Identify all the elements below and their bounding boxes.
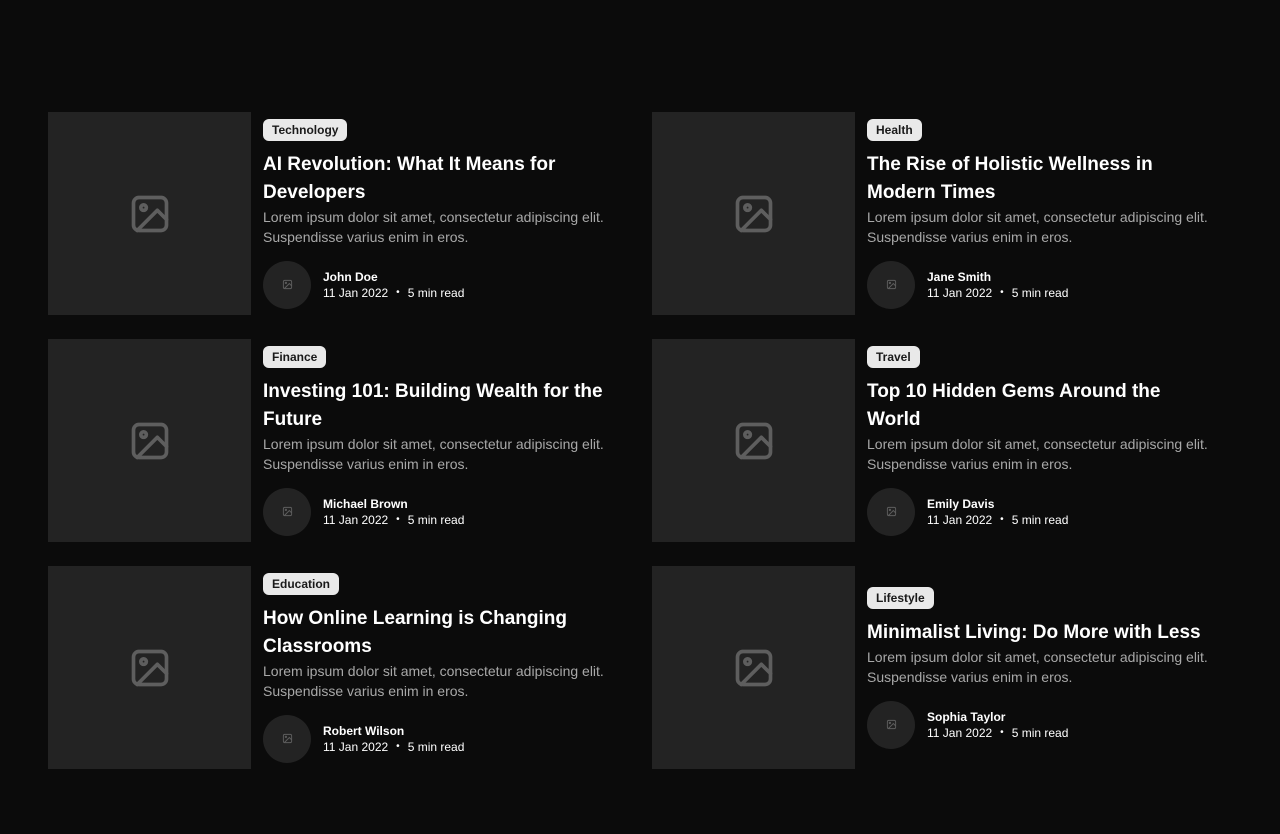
post-content: Health The Rise of Holistic Wellness in … — [855, 118, 1232, 309]
blog-card[interactable]: Finance Investing 101: Building Wealth f… — [48, 339, 628, 542]
author-info: John Doe 11 Jan 2022 • 5 min read — [263, 260, 628, 309]
post-meta-line: 11 Jan 2022 • 5 min read — [323, 739, 464, 755]
category-tag[interactable]: Finance — [263, 345, 327, 368]
author-meta: John Doe 11 Jan 2022 • 5 min read — [323, 269, 464, 301]
read-time: 5 min read — [407, 285, 465, 300]
post-content: Education How Online Learning is Changin… — [251, 572, 628, 763]
post-excerpt: Lorem ipsum dolor sit amet, consectetur … — [263, 662, 604, 699]
read-time: 5 min read — [407, 512, 465, 527]
author-meta: Robert Wilson 11 Jan 2022 • 5 min read — [323, 723, 464, 755]
category-tag[interactable]: Lifestyle — [867, 586, 934, 609]
blog-card[interactable]: Education How Online Learning is Changin… — [48, 566, 628, 769]
blog-card[interactable]: Lifestyle Minimalist Living: Do More wit… — [652, 566, 1232, 769]
post-content: Finance Investing 101: Building Wealth f… — [251, 345, 628, 536]
avatar-placeholder-icon — [886, 279, 896, 290]
author-meta: Sophia Taylor 11 Jan 2022 • 5 min read — [927, 709, 1068, 741]
author-info: Robert Wilson 11 Jan 2022 • 5 min read — [263, 714, 628, 763]
post-meta-line: 11 Jan 2022 • 5 min read — [323, 285, 464, 301]
post-meta-line: 11 Jan 2022 • 5 min read — [927, 725, 1068, 741]
avatar[interactable] — [263, 714, 311, 763]
post-thumbnail[interactable] — [652, 339, 855, 542]
image-placeholder-icon — [131, 195, 168, 232]
category-tag[interactable]: Education — [263, 572, 340, 595]
read-time: 5 min read — [407, 739, 465, 754]
post-thumbnail[interactable] — [48, 339, 251, 542]
author-name[interactable]: Sophia Taylor — [927, 709, 1068, 725]
post-thumbnail[interactable] — [652, 112, 855, 315]
avatar[interactable] — [263, 487, 311, 536]
blog-card[interactable]: Health The Rise of Holistic Wellness in … — [652, 112, 1232, 315]
image-placeholder-icon — [131, 649, 168, 686]
meta-separator: • — [1000, 286, 1004, 298]
post-date: 11 Jan 2022 — [323, 512, 389, 527]
post-date: 11 Jan 2022 — [323, 285, 389, 300]
author-info: Sophia Taylor 11 Jan 2022 • 5 min read — [867, 700, 1232, 749]
post-meta-line: 11 Jan 2022 • 5 min read — [927, 285, 1068, 301]
avatar-placeholder-icon — [282, 733, 292, 744]
post-title[interactable]: AI Revolution: What It Means for Develop… — [263, 151, 603, 207]
author-info: Emily Davis 11 Jan 2022 • 5 min read — [867, 487, 1232, 536]
avatar[interactable] — [263, 260, 311, 309]
post-thumbnail[interactable] — [48, 566, 251, 769]
author-name[interactable]: John Doe — [323, 269, 464, 285]
post-thumbnail[interactable] — [48, 112, 251, 315]
post-content: Technology AI Revolution: What It Means … — [251, 118, 628, 309]
avatar[interactable] — [867, 700, 915, 749]
image-placeholder-icon — [735, 422, 772, 459]
avatar-placeholder-icon — [282, 279, 292, 290]
author-meta: Emily Davis 11 Jan 2022 • 5 min read — [927, 496, 1068, 528]
post-thumbnail[interactable] — [652, 566, 855, 769]
post-excerpt: Lorem ipsum dolor sit amet, consectetur … — [867, 435, 1208, 472]
meta-separator: • — [396, 513, 400, 525]
post-meta-line: 11 Jan 2022 • 5 min read — [323, 512, 464, 528]
post-title[interactable]: Investing 101: Building Wealth for the F… — [263, 378, 603, 434]
post-content: Lifestyle Minimalist Living: Do More wit… — [855, 586, 1232, 749]
post-title[interactable]: The Rise of Holistic Wellness in Modern … — [867, 151, 1207, 207]
image-placeholder-icon — [735, 649, 772, 686]
read-time: 5 min read — [1011, 725, 1069, 740]
image-placeholder-icon — [131, 422, 168, 459]
post-title[interactable]: Top 10 Hidden Gems Around the World — [867, 378, 1207, 434]
author-meta: Jane Smith 11 Jan 2022 • 5 min read — [927, 269, 1068, 301]
avatar-placeholder-icon — [886, 506, 896, 517]
image-placeholder-icon — [735, 195, 772, 232]
avatar-placeholder-icon — [886, 719, 896, 730]
post-meta-line: 11 Jan 2022 • 5 min read — [927, 512, 1068, 528]
meta-separator: • — [396, 740, 400, 752]
blog-post-grid: Technology AI Revolution: What It Means … — [48, 112, 1232, 769]
author-name[interactable]: Michael Brown — [323, 496, 464, 512]
meta-separator: • — [396, 286, 400, 298]
post-excerpt: Lorem ipsum dolor sit amet, consectetur … — [263, 435, 604, 472]
blog-card[interactable]: Travel Top 10 Hidden Gems Around the Wor… — [652, 339, 1232, 542]
post-excerpt: Lorem ipsum dolor sit amet, consectetur … — [867, 648, 1208, 685]
author-name[interactable]: Emily Davis — [927, 496, 1068, 512]
author-meta: Michael Brown 11 Jan 2022 • 5 min read — [323, 496, 464, 528]
category-tag[interactable]: Travel — [867, 345, 920, 368]
author-info: Michael Brown 11 Jan 2022 • 5 min read — [263, 487, 628, 536]
author-name[interactable]: Robert Wilson — [323, 723, 464, 739]
read-time: 5 min read — [1011, 512, 1069, 527]
post-excerpt: Lorem ipsum dolor sit amet, consectetur … — [263, 208, 604, 245]
category-tag[interactable]: Technology — [263, 118, 348, 141]
meta-separator: • — [1000, 726, 1004, 738]
post-title[interactable]: Minimalist Living: Do More with Less — [867, 619, 1207, 647]
author-info: Jane Smith 11 Jan 2022 • 5 min read — [867, 260, 1232, 309]
post-date: 11 Jan 2022 — [323, 739, 389, 754]
post-title[interactable]: How Online Learning is Changing Classroo… — [263, 605, 603, 661]
author-name[interactable]: Jane Smith — [927, 269, 1068, 285]
post-date: 11 Jan 2022 — [927, 512, 993, 527]
avatar-placeholder-icon — [282, 506, 292, 517]
avatar[interactable] — [867, 260, 915, 309]
post-excerpt: Lorem ipsum dolor sit amet, consectetur … — [867, 208, 1208, 245]
read-time: 5 min read — [1011, 285, 1069, 300]
post-date: 11 Jan 2022 — [927, 725, 993, 740]
post-content: Travel Top 10 Hidden Gems Around the Wor… — [855, 345, 1232, 536]
blog-card[interactable]: Technology AI Revolution: What It Means … — [48, 112, 628, 315]
meta-separator: • — [1000, 513, 1004, 525]
category-tag[interactable]: Health — [867, 118, 922, 141]
post-date: 11 Jan 2022 — [927, 285, 993, 300]
avatar[interactable] — [867, 487, 915, 536]
